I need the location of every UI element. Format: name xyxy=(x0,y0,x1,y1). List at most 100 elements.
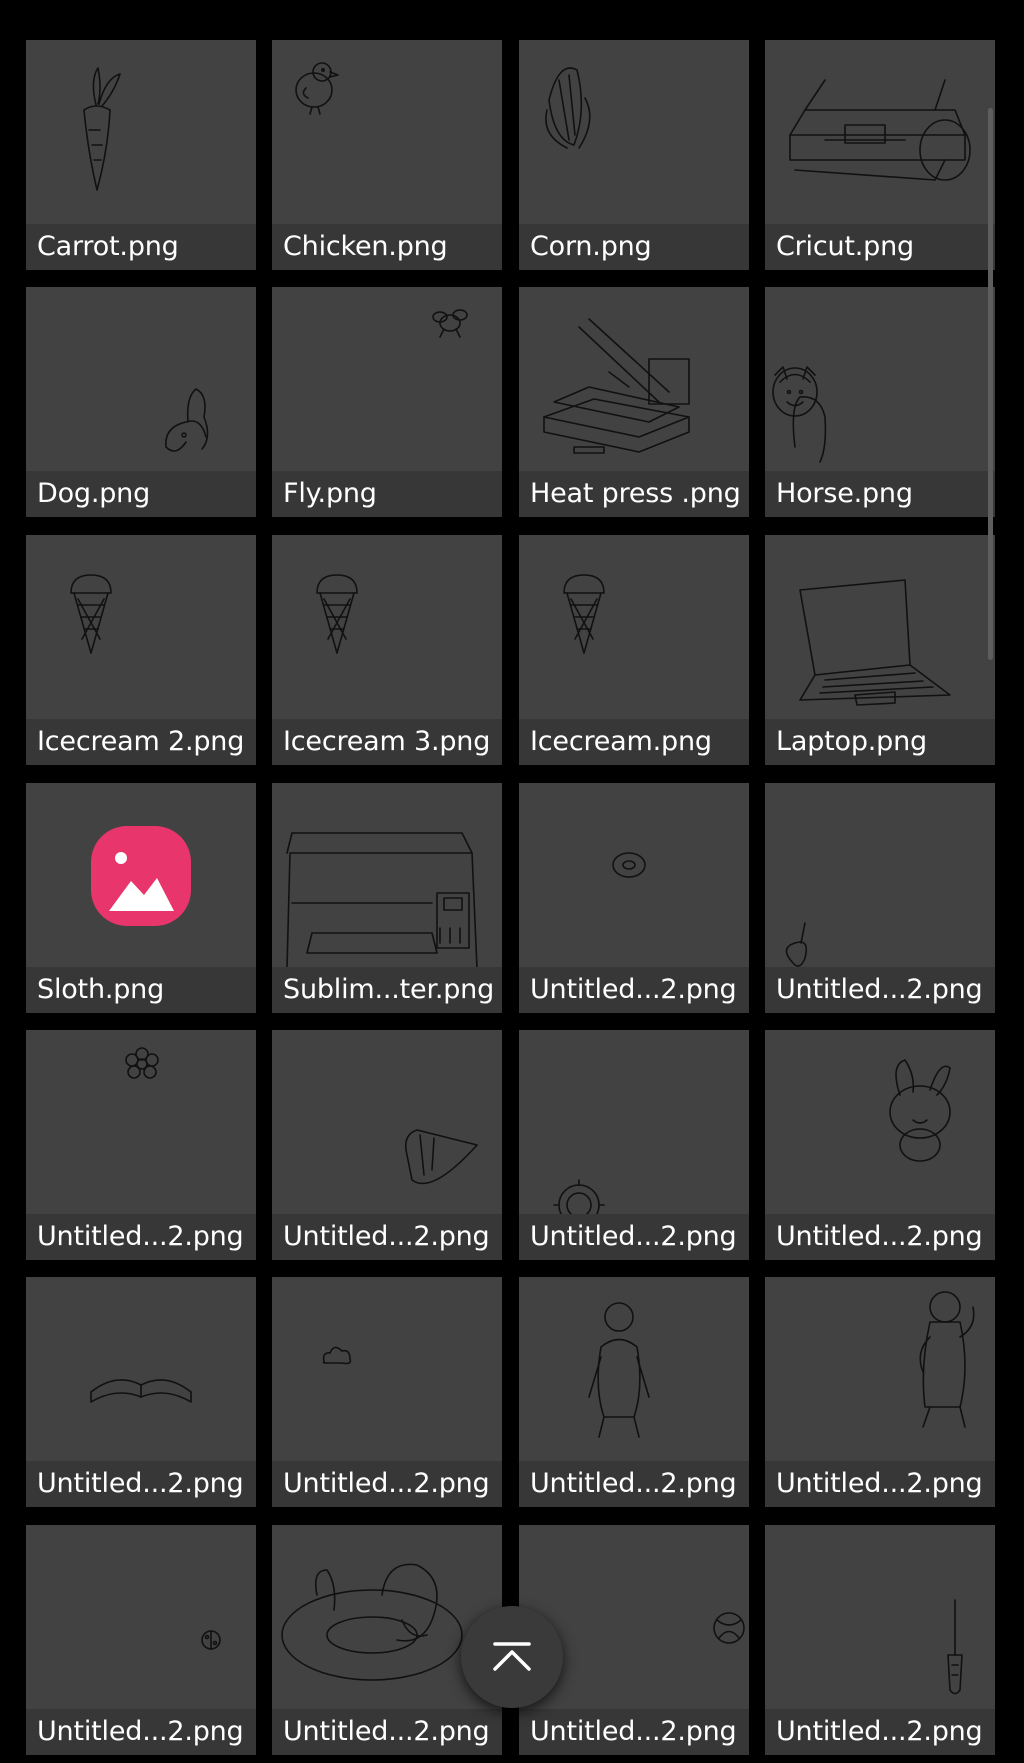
file-thumbnail xyxy=(26,287,256,471)
file-thumbnail xyxy=(765,40,995,224)
file-tile[interactable]: Icecream.png xyxy=(519,535,749,765)
file-name-label: Corn.png xyxy=(519,224,749,270)
file-name-label: Sublim...ter.png xyxy=(272,967,502,1013)
file-thumbnail xyxy=(519,40,749,224)
icecream-drawing-icon xyxy=(563,574,605,654)
file-tile[interactable]: Untitled...2.png xyxy=(765,1030,995,1260)
file-name-label: Untitled...2.png xyxy=(765,967,995,1013)
chevron-up-bar-icon xyxy=(493,1642,531,1671)
file-tile[interactable]: Untitled...2.png xyxy=(765,1525,995,1755)
file-thumbnail xyxy=(765,1525,995,1709)
file-tile[interactable]: Untitled...2.png xyxy=(765,1277,995,1507)
book-drawing-icon xyxy=(90,1379,192,1403)
file-thumbnail xyxy=(765,783,995,967)
file-tile[interactable]: Chicken.png xyxy=(272,40,502,270)
file-thumbnail xyxy=(26,40,256,224)
scroll-to-top-button[interactable] xyxy=(461,1606,563,1708)
candy-corn-drawing-icon xyxy=(404,1129,478,1185)
file-thumbnail xyxy=(26,535,256,719)
fly-drawing-icon xyxy=(432,309,468,338)
laptop-drawing-icon xyxy=(799,579,951,706)
file-tile[interactable]: Dog.png xyxy=(26,287,256,517)
file-name-label: Untitled...2.png xyxy=(519,1214,749,1260)
file-name-label: Laptop.png xyxy=(765,719,995,765)
sunflower-drawing-icon xyxy=(553,1179,605,1214)
file-thumbnail xyxy=(272,40,502,224)
flower-drawing-icon xyxy=(125,1047,159,1079)
file-tile[interactable]: Heat press .png xyxy=(519,287,749,517)
file-name-label: Sloth.png xyxy=(26,967,256,1013)
corn-drawing-icon xyxy=(545,67,591,149)
file-tile[interactable]: Untitled...2.png xyxy=(272,1030,502,1260)
file-thumbnail xyxy=(765,1277,995,1461)
file-name-label: Dog.png xyxy=(26,471,256,517)
scrollbar[interactable] xyxy=(988,108,993,660)
file-grid: Carrot.png Chicken.png Corn.png Cricut.png D… xyxy=(0,0,1024,1763)
file-thumbnail xyxy=(272,783,502,967)
file-name-label: Horse.png xyxy=(765,471,995,517)
file-tile[interactable]: Untitled...2.png xyxy=(765,783,995,1013)
file-name-label: Untitled...2.png xyxy=(765,1709,995,1755)
file-thumbnail xyxy=(519,535,749,719)
file-tile[interactable]: Sloth.png xyxy=(26,783,256,1013)
file-tile[interactable]: Carrot.png xyxy=(26,40,256,270)
file-thumbnail xyxy=(272,535,502,719)
file-tile[interactable]: Untitled...2.png xyxy=(519,783,749,1013)
icecream-drawing-icon xyxy=(70,574,112,654)
file-tile[interactable]: Horse.png xyxy=(765,287,995,517)
file-thumbnail xyxy=(272,1277,502,1461)
file-tile[interactable]: Untitled...2.png xyxy=(519,1030,749,1260)
bear-drawing-icon xyxy=(919,1291,975,1428)
file-tile[interactable]: Untitled...2.png xyxy=(272,1277,502,1507)
file-tile[interactable]: Sublim...ter.png xyxy=(272,783,502,1013)
horse-drawing-icon xyxy=(772,366,827,463)
file-name-label: Untitled...2.png xyxy=(519,967,749,1013)
screwdriver-drawing-icon xyxy=(947,1599,963,1695)
cloud-drawing-icon xyxy=(322,1346,352,1365)
printer-drawing-icon xyxy=(286,832,478,967)
file-name-label: Icecream 3.png xyxy=(272,719,502,765)
file-name-label: Untitled...2.png xyxy=(765,1461,995,1507)
file-name-label: Fly.png xyxy=(272,471,502,517)
file-thumbnail xyxy=(26,783,256,967)
file-tile[interactable]: Laptop.png xyxy=(765,535,995,765)
file-thumbnail xyxy=(272,1030,502,1214)
file-thumbnail xyxy=(765,1030,995,1214)
file-thumbnail xyxy=(26,1525,256,1709)
bunny-drawing-icon xyxy=(889,1059,951,1162)
file-thumbnail xyxy=(519,1277,749,1461)
cutting-machine-drawing-icon xyxy=(789,79,971,181)
file-name-label: Untitled...2.png xyxy=(26,1709,256,1755)
chick-drawing-icon xyxy=(295,62,339,115)
file-tile[interactable]: Untitled...2.png xyxy=(519,1277,749,1507)
file-tile[interactable]: Untitled...2.png xyxy=(26,1030,256,1260)
ladybug-drawing-icon xyxy=(201,1630,221,1650)
file-thumbnail xyxy=(765,287,995,471)
heat-press-drawing-icon xyxy=(543,318,690,454)
file-tile[interactable]: Icecream 2.png xyxy=(26,535,256,765)
file-name-label: Chicken.png xyxy=(272,224,502,270)
file-name-label: Untitled...2.png xyxy=(272,1709,502,1755)
file-name-label: Untitled...2.png xyxy=(26,1461,256,1507)
file-tile[interactable]: Fly.png xyxy=(272,287,502,517)
file-name-label: Untitled...2.png xyxy=(519,1461,749,1507)
file-tile[interactable]: Untitled...2.png xyxy=(26,1277,256,1507)
file-name-label: Icecream.png xyxy=(519,719,749,765)
file-name-label: Carrot.png xyxy=(26,224,256,270)
file-tile[interactable]: Cricut.png xyxy=(765,40,995,270)
carrot-drawing-icon xyxy=(83,67,121,191)
file-name-label: Heat press .png xyxy=(519,471,749,517)
cherry-drawing-icon xyxy=(785,922,808,967)
icecream-drawing-icon xyxy=(316,574,358,654)
file-thumbnail xyxy=(765,535,995,719)
file-thumbnail xyxy=(519,783,749,967)
file-thumbnail xyxy=(26,1030,256,1214)
file-tile[interactable]: Untitled...2.png xyxy=(26,1525,256,1755)
file-name-label: Untitled...2.png xyxy=(272,1214,502,1260)
file-name-label: Untitled...2.png xyxy=(519,1709,749,1755)
file-tile[interactable]: Icecream 3.png xyxy=(272,535,502,765)
donut-drawing-icon xyxy=(612,852,646,878)
file-name-label: Untitled...2.png xyxy=(272,1461,502,1507)
file-name-label: Untitled...2.png xyxy=(765,1214,995,1260)
file-tile[interactable]: Corn.png xyxy=(519,40,749,270)
